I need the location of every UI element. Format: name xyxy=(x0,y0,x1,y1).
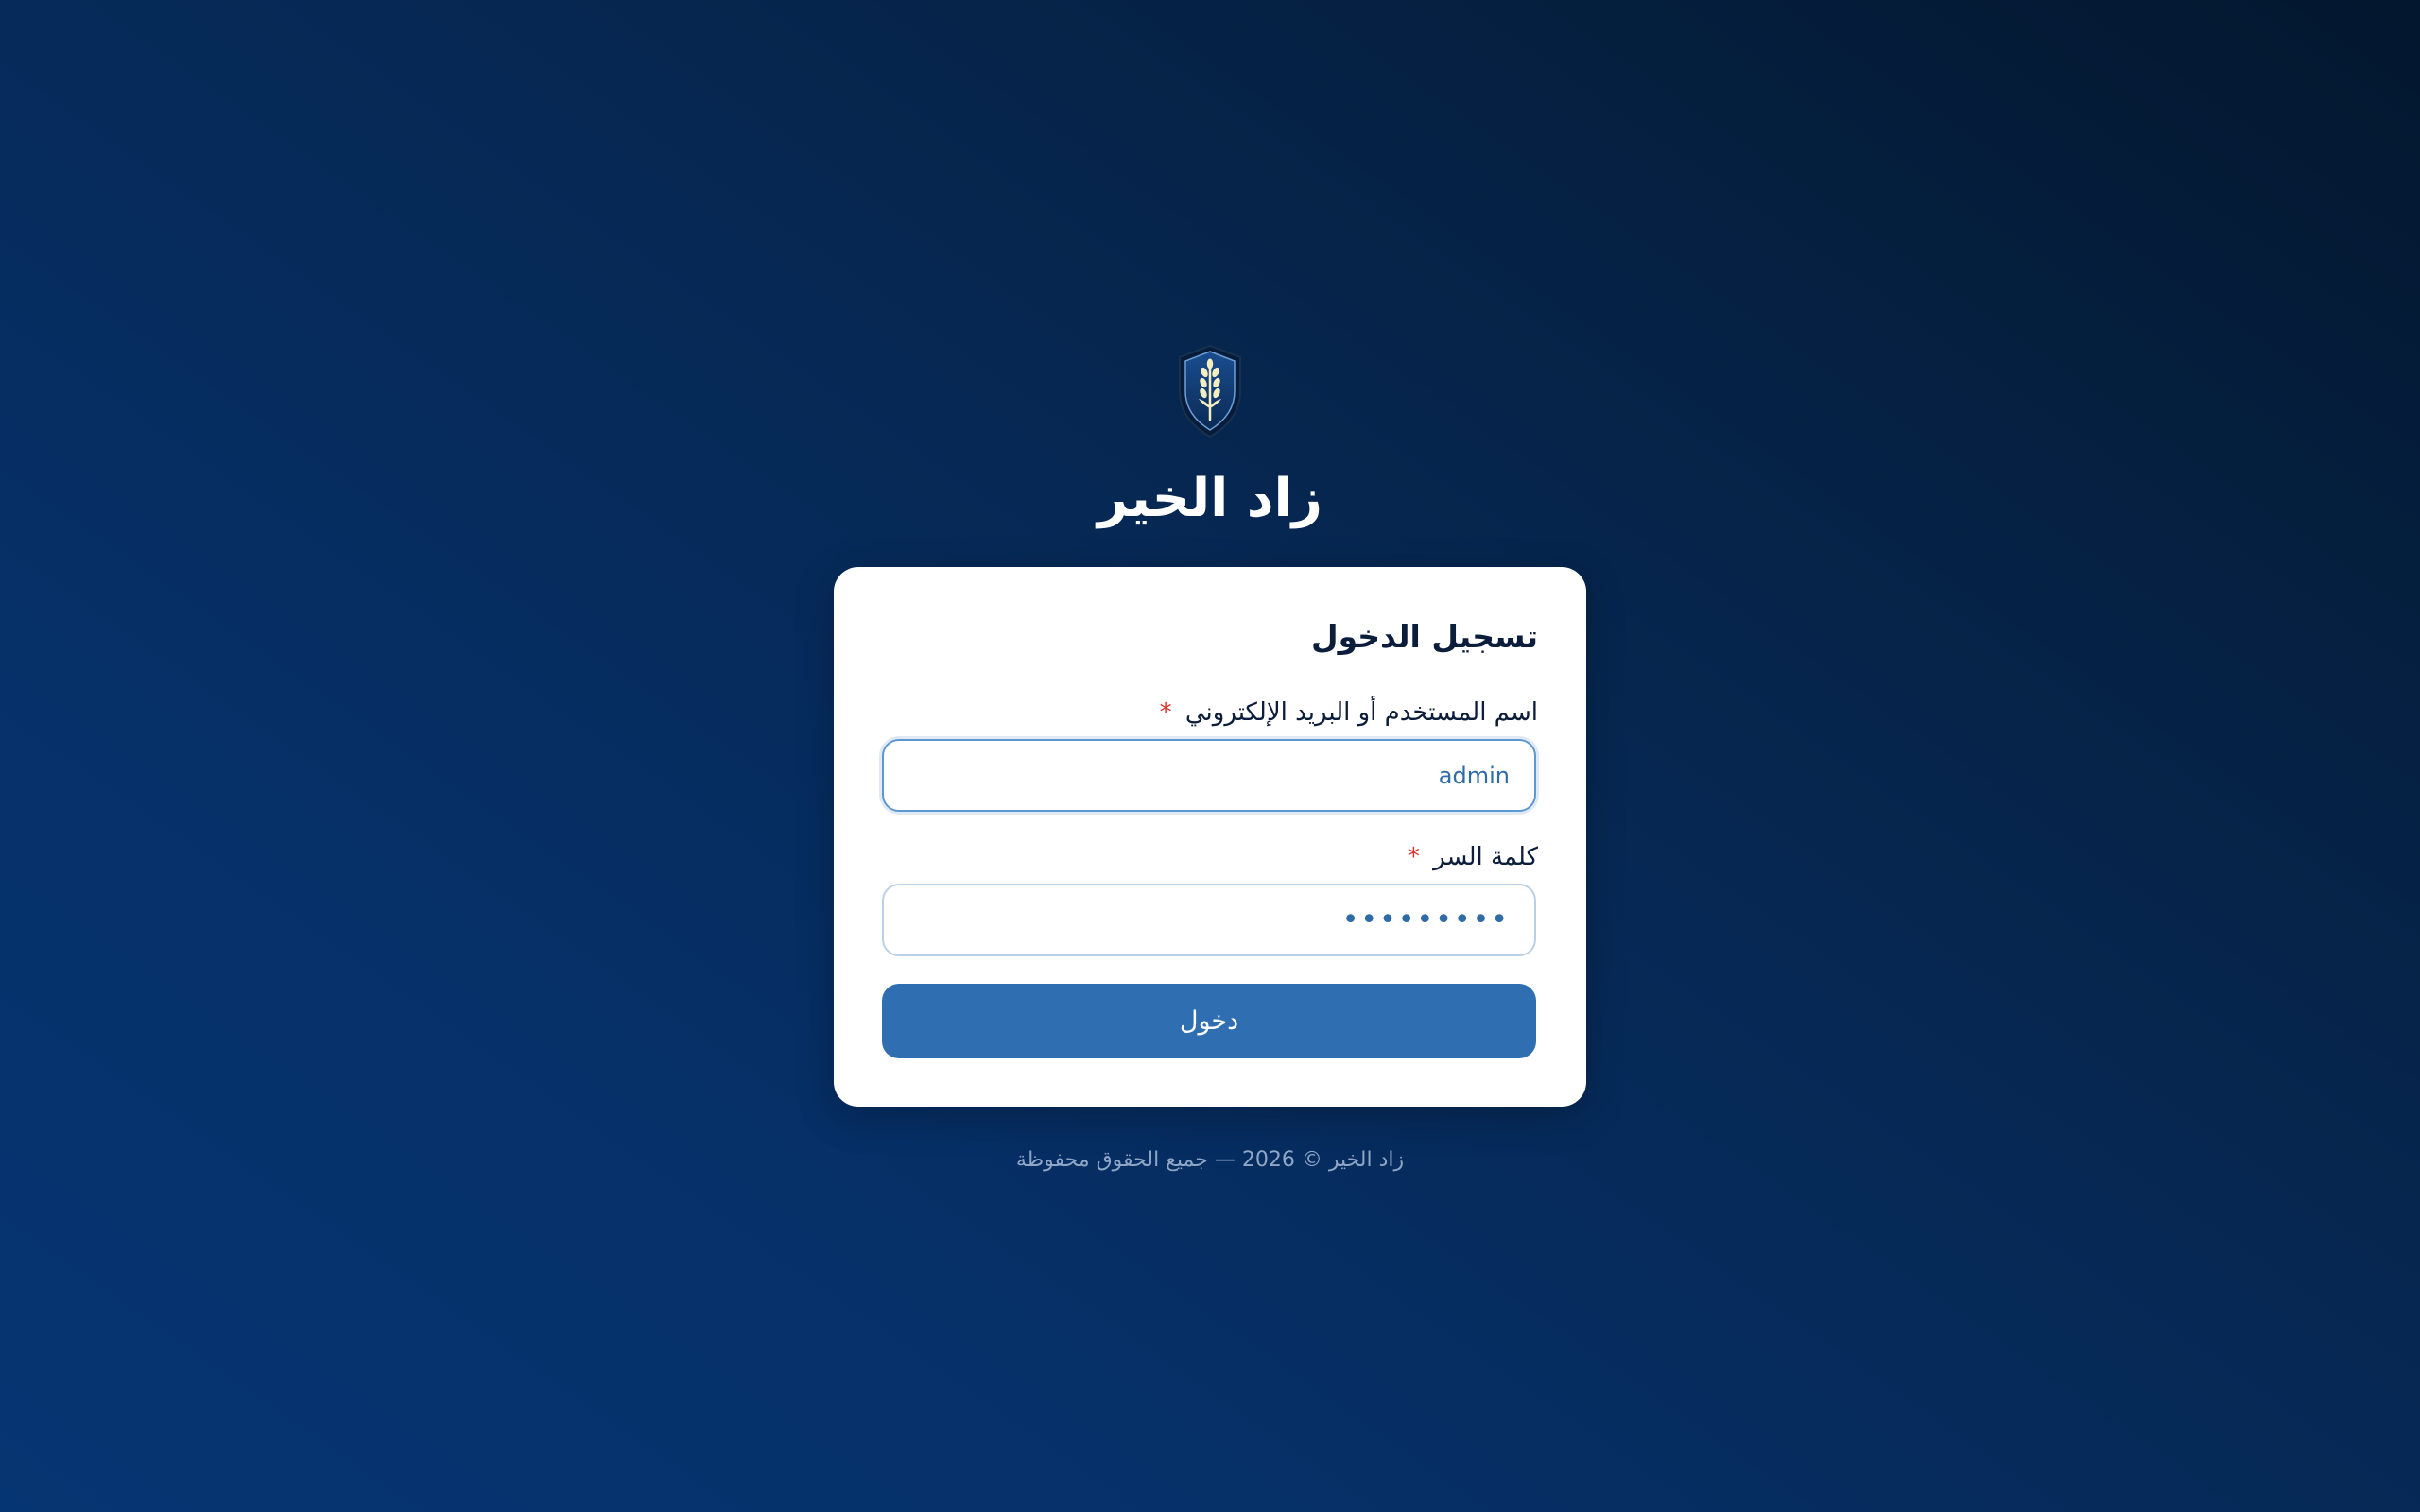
password-label: كلمة السر * xyxy=(1408,838,1538,876)
username-label: اسم المستخدم أو البريد الإلكتروني * xyxy=(1160,694,1538,731)
login-button[interactable]: دخول xyxy=(882,984,1536,1058)
logo-wheat-shield-icon xyxy=(1176,344,1244,438)
login-card: تسجيل الدخول اسم المستخدم أو البريد الإل… xyxy=(834,567,1586,1107)
username-required-marker: * xyxy=(1159,698,1172,727)
username-label-text: اسم المستخدم أو البريد الإلكتروني xyxy=(1184,698,1538,727)
app-title: زاد الخير xyxy=(1098,468,1322,529)
password-input[interactable] xyxy=(882,884,1536,956)
password-label-text: كلمة السر xyxy=(1433,843,1538,871)
username-input[interactable] xyxy=(882,739,1536,812)
password-required-marker: * xyxy=(1407,843,1420,871)
login-card-title: تسجيل الدخول xyxy=(1310,618,1538,655)
copyright-footer: زاد الخير © 2026 — جميع الحقوق محفوظة xyxy=(1015,1148,1405,1172)
